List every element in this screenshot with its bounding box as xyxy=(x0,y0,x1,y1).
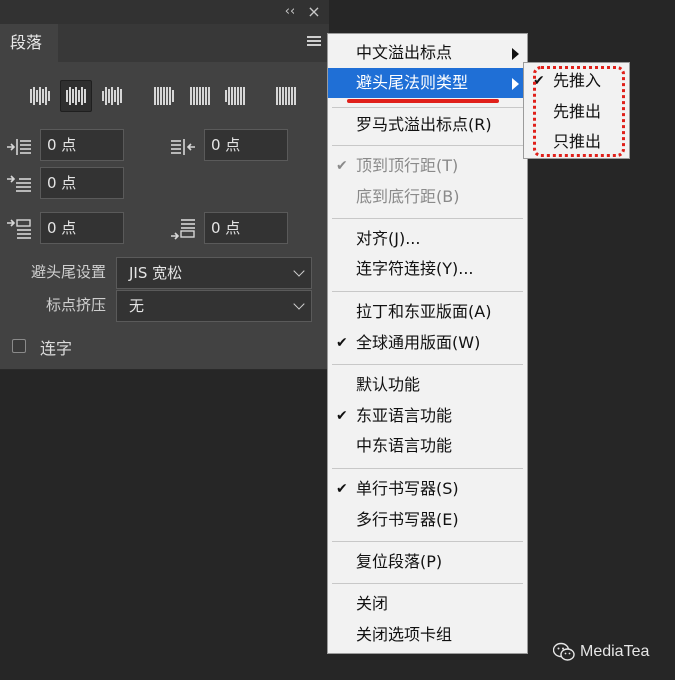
mojikumi-select[interactable]: 无 xyxy=(116,290,312,322)
menu-separator xyxy=(332,541,523,542)
hyphenate-checkbox[interactable] xyxy=(12,339,26,353)
chevron-down-icon xyxy=(293,265,305,277)
hyphenate-label: 连字 xyxy=(40,339,73,358)
wechat-icon xyxy=(553,642,575,661)
menu-item-middle-eastern-features[interactable]: 中东语言功能 xyxy=(328,431,527,461)
mojikumi-value: 无 xyxy=(129,297,145,315)
space-before-icon xyxy=(6,218,32,240)
align-right-icon[interactable] xyxy=(96,80,128,112)
menu-item-latin-east-asian-layout[interactable]: 拉丁和东亚版面(A) xyxy=(328,297,527,327)
justify-all-icon[interactable] xyxy=(270,80,302,112)
collapse-panel-icon[interactable]: ‹‹ xyxy=(281,3,299,21)
submenu-arrow-icon xyxy=(512,48,519,60)
close-panel-icon[interactable]: × xyxy=(305,3,323,21)
first-line-indent-icon xyxy=(6,174,32,196)
menu-separator xyxy=(332,364,523,365)
menu-item-reset-paragraph[interactable]: 复位段落(P) xyxy=(328,547,527,577)
menu-item-justification[interactable]: 对齐(J)... xyxy=(328,224,527,254)
watermark: MediaTea xyxy=(553,641,649,663)
annotation-underline xyxy=(347,99,499,103)
menu-separator xyxy=(332,107,523,108)
menu-separator xyxy=(332,291,523,292)
align-center-icon[interactable] xyxy=(60,80,92,112)
left-indent-field[interactable]: 0 点 xyxy=(40,129,124,161)
menu-item-close[interactable]: 关闭 xyxy=(328,589,527,619)
first-line-indent-field[interactable]: 0 点 xyxy=(40,167,124,199)
kinsoku-label: 避头尾设置 xyxy=(30,263,106,281)
space-after-icon xyxy=(170,218,196,240)
justify-last-center-icon[interactable] xyxy=(184,80,216,112)
tab-paragraph[interactable]: 段落 xyxy=(0,24,58,62)
menu-separator xyxy=(332,145,523,146)
menu-item-east-asian-features[interactable]: ✔ 东亚语言功能 xyxy=(328,401,527,431)
submenu-arrow-icon xyxy=(512,78,519,90)
menu-item-hyphenation[interactable]: 连字符连接(Y)... xyxy=(328,254,527,284)
menu-separator xyxy=(332,583,523,584)
menu-item-default-features[interactable]: 默认功能 xyxy=(328,370,527,400)
kinsoku-select[interactable]: JIS 宽松 xyxy=(116,257,312,289)
menu-item-roman-hanging-punctuation[interactable]: 罗马式溢出标点(R) xyxy=(328,110,527,140)
justify-last-right-icon[interactable] xyxy=(219,80,251,112)
left-indent-icon xyxy=(6,136,32,158)
panel-title-bar: ‹‹ × xyxy=(0,0,329,24)
watermark-text: MediaTea xyxy=(580,643,650,660)
menu-item-single-line-composer[interactable]: ✔ 单行书写器(S) xyxy=(328,474,527,504)
menu-item-bottom-to-bottom-leading[interactable]: 底到底行距(B) xyxy=(328,182,527,212)
paragraph-panel: ‹‹ × 段落 0 点 0 点 0 点 0 点 0 点 避头尾设置 JIS 宽松… xyxy=(0,0,329,370)
right-indent-field[interactable]: 0 点 xyxy=(204,129,288,161)
right-indent-icon xyxy=(170,136,196,158)
menu-item-every-line-composer[interactable]: 多行书写器(E) xyxy=(328,505,527,535)
menu-separator xyxy=(332,218,523,219)
annotation-dotted-box xyxy=(533,66,625,157)
chevron-down-icon xyxy=(293,298,305,310)
panel-tab-bar: 段落 xyxy=(0,24,329,62)
space-after-field[interactable]: 0 点 xyxy=(204,212,288,244)
space-before-field[interactable]: 0 点 xyxy=(40,212,124,244)
menu-item-world-ready-layout[interactable]: ✔ 全球通用版面(W) xyxy=(328,328,527,358)
menu-item-kinsoku-type[interactable]: 避头尾法则类型 xyxy=(328,68,527,98)
panel-flyout-menu: 中文溢出标点 避头尾法则类型 罗马式溢出标点(R) ✔ 顶到顶行距(T) 底到底… xyxy=(327,33,528,654)
menu-item-close-tab-group[interactable]: 关闭选项卡组 xyxy=(328,620,527,650)
menu-separator xyxy=(332,468,523,469)
menu-item-top-to-top-leading[interactable]: ✔ 顶到顶行距(T) xyxy=(328,151,527,181)
panel-menu-icon[interactable] xyxy=(307,36,321,48)
mojikumi-label: 标点挤压 xyxy=(45,296,106,314)
align-left-icon[interactable] xyxy=(24,80,56,112)
justify-last-left-icon[interactable] xyxy=(148,80,180,112)
kinsoku-value: JIS 宽松 xyxy=(129,264,183,282)
menu-item-cjk-hanging-punctuation[interactable]: 中文溢出标点 xyxy=(328,38,527,68)
